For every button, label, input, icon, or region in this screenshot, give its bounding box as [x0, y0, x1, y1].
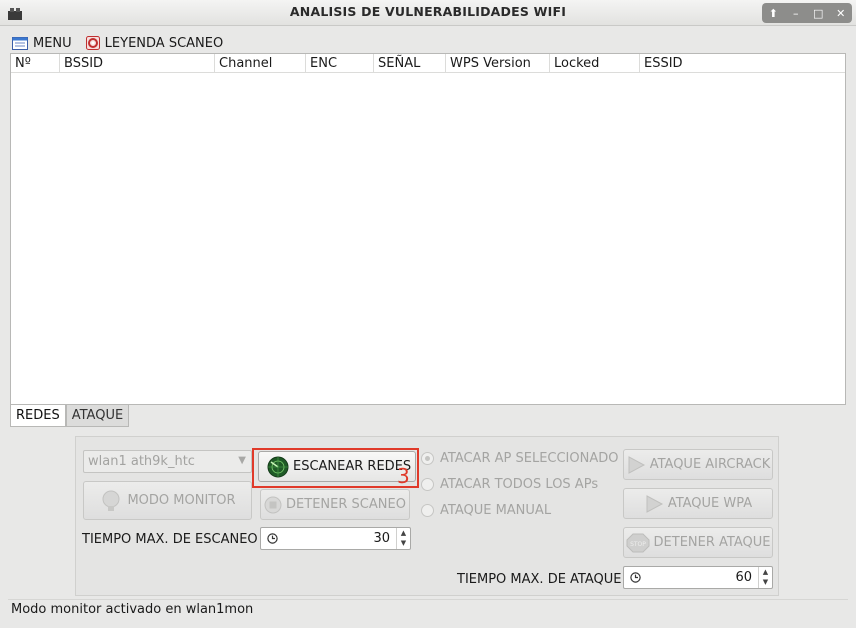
radio-manual-attack-label: ATAQUE MANUAL: [440, 503, 552, 518]
lightbulb-icon: [102, 490, 120, 511]
column-header-bssid[interactable]: BSSID: [60, 54, 215, 72]
menu-item-legend[interactable]: LEYENDA SCANEO: [85, 34, 224, 52]
menu-bar: MENU LEYENDA SCANEO: [12, 34, 223, 52]
play-icon: [628, 455, 645, 474]
tab-bar: REDES ATAQUE: [10, 405, 130, 427]
column-header-enc[interactable]: ENC: [306, 54, 374, 72]
scan-time-label: TIEMPO MAX. DE ESCANEO: [82, 532, 258, 547]
menu-item-menu[interactable]: MENU: [12, 34, 72, 52]
clock-icon: [267, 533, 278, 544]
attack-time-spinbox[interactable]: 60 ▲ ▼: [623, 566, 773, 589]
monitor-mode-label: MODO MONITOR: [127, 493, 236, 508]
stop-attack-button[interactable]: STOP DETENER ATAQUE: [623, 527, 773, 558]
aircrack-attack-label: ATAQUE AIRCRACK: [649, 457, 771, 472]
menu-item-menu-label: MENU: [33, 35, 72, 51]
status-bar-message: Modo monitor activado en wlan1mon: [11, 602, 254, 617]
attack-time-label: TIEMPO MAX. DE ATAQUE: [457, 572, 622, 587]
column-header-signal[interactable]: SEÑAL: [374, 54, 446, 72]
scan-time-spinbox[interactable]: 30 ▲ ▼: [260, 527, 411, 550]
attack-time-value: 60: [735, 570, 752, 585]
window-controls: ⬆ – □ ✕: [762, 3, 852, 23]
close-icon[interactable]: ✕: [832, 7, 850, 20]
radio-attack-all-aps[interactable]: ATACAR TODOS LOS APs: [421, 477, 598, 492]
stop-scan-label: DETENER SCANEO: [286, 497, 406, 512]
stop-square-icon: [264, 496, 282, 513]
radio-attack-selected-ap-label: ATACAR AP SELECCIONADO: [440, 451, 619, 466]
column-header-channel[interactable]: Channel: [215, 54, 306, 72]
title-bar: ANALISIS DE VULNERABILIDADES WIFI ⬆ – □ …: [0, 0, 856, 26]
stop-sign-icon: STOP: [626, 533, 650, 552]
table-header: Nº BSSID Channel ENC SEÑAL WPS Version L…: [11, 54, 845, 73]
radio-circle: [421, 452, 434, 465]
spin-arrows-icon[interactable]: ▲ ▼: [396, 528, 410, 549]
tab-redes[interactable]: REDES: [10, 405, 66, 427]
stop-sign-text: STOP: [630, 541, 646, 548]
lifebuoy-icon: [85, 36, 100, 50]
networks-table[interactable]: Nº BSSID Channel ENC SEÑAL WPS Version L…: [10, 53, 846, 405]
radio-attack-selected-ap[interactable]: ATACAR AP SELECCIONADO: [421, 451, 618, 466]
column-header-essid[interactable]: ESSID: [640, 54, 845, 72]
window-list-icon: [12, 36, 28, 50]
scan-time-value: 30: [373, 531, 390, 546]
menu-item-legend-label: LEYENDA SCANEO: [104, 35, 224, 51]
interface-select[interactable]: wlan1 ath9k_htc ▼: [83, 450, 252, 473]
annotation-number: 3: [397, 464, 410, 488]
tab-ataque[interactable]: ATAQUE: [65, 405, 130, 427]
wpa-attack-button[interactable]: ATAQUE WPA: [623, 488, 773, 519]
radio-circle: [421, 478, 434, 491]
stop-attack-label: DETENER ATAQUE: [653, 535, 771, 550]
wpa-attack-label: ATAQUE WPA: [667, 496, 753, 511]
radio-circle: [421, 504, 434, 517]
highlight-box: [252, 448, 419, 488]
column-header-number[interactable]: Nº: [11, 54, 60, 72]
clock-icon: [630, 572, 641, 583]
window-title: ANALISIS DE VULNERABILIDADES WIFI: [289, 4, 567, 19]
spin-arrows-icon[interactable]: ▲ ▼: [758, 567, 772, 588]
stop-scan-button[interactable]: DETENER SCANEO: [260, 489, 410, 520]
column-header-wps-version[interactable]: WPS Version: [446, 54, 550, 72]
play-icon: [646, 494, 663, 513]
interface-select-value: wlan1 ath9k_htc: [88, 454, 195, 469]
maximize-icon[interactable]: □: [809, 7, 827, 20]
chevron-down-icon: ▼: [238, 455, 246, 466]
radio-attack-all-aps-label: ATACAR TODOS LOS APs: [440, 477, 599, 492]
column-header-locked[interactable]: Locked: [550, 54, 640, 72]
status-divider: [8, 599, 848, 600]
minimize-icon[interactable]: –: [787, 7, 805, 20]
keep-above-icon[interactable]: ⬆: [764, 7, 782, 20]
radio-manual-attack[interactable]: ATAQUE MANUAL: [421, 503, 551, 518]
monitor-mode-button[interactable]: MODO MONITOR: [83, 481, 252, 520]
aircrack-attack-button[interactable]: ATAQUE AIRCRACK: [623, 449, 773, 480]
